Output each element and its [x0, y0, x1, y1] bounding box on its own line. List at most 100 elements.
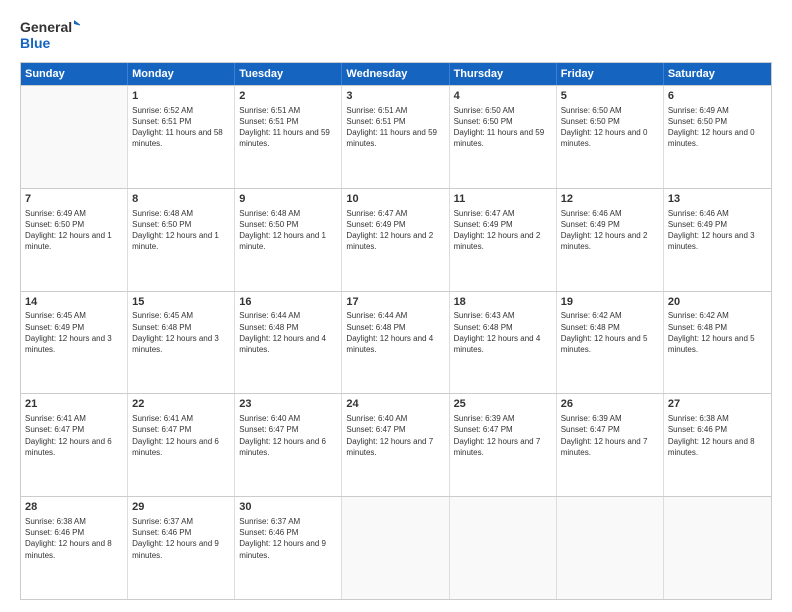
cell-info: Sunrise: 6:51 AMSunset: 6:51 PMDaylight:… [346, 105, 444, 150]
day-number: 21 [25, 397, 123, 412]
cal-cell: 3Sunrise: 6:51 AMSunset: 6:51 PMDaylight… [342, 86, 449, 188]
cell-info: Sunrise: 6:44 AMSunset: 6:48 PMDaylight:… [346, 310, 444, 355]
day-number: 17 [346, 295, 444, 310]
cell-info: Sunrise: 6:37 AMSunset: 6:46 PMDaylight:… [132, 516, 230, 561]
day-number: 20 [668, 295, 767, 310]
calendar-body: 1Sunrise: 6:52 AMSunset: 6:51 PMDaylight… [21, 85, 771, 599]
day-number: 19 [561, 295, 659, 310]
cal-cell: 11Sunrise: 6:47 AMSunset: 6:49 PMDayligh… [450, 189, 557, 291]
cal-cell: 10Sunrise: 6:47 AMSunset: 6:49 PMDayligh… [342, 189, 449, 291]
cell-info: Sunrise: 6:38 AMSunset: 6:46 PMDaylight:… [668, 413, 767, 458]
cal-cell: 7Sunrise: 6:49 AMSunset: 6:50 PMDaylight… [21, 189, 128, 291]
cell-info: Sunrise: 6:45 AMSunset: 6:48 PMDaylight:… [132, 310, 230, 355]
day-number: 26 [561, 397, 659, 412]
day-number: 23 [239, 397, 337, 412]
day-number: 1 [132, 89, 230, 104]
day-number: 11 [454, 192, 552, 207]
cal-cell: 30Sunrise: 6:37 AMSunset: 6:46 PMDayligh… [235, 497, 342, 599]
day-number: 25 [454, 397, 552, 412]
day-number: 2 [239, 89, 337, 104]
cal-cell: 21Sunrise: 6:41 AMSunset: 6:47 PMDayligh… [21, 394, 128, 496]
cell-info: Sunrise: 6:50 AMSunset: 6:50 PMDaylight:… [561, 105, 659, 150]
cal-header-cell-thursday: Thursday [450, 63, 557, 85]
day-number: 5 [561, 89, 659, 104]
cal-cell: 20Sunrise: 6:42 AMSunset: 6:48 PMDayligh… [664, 292, 771, 394]
cell-info: Sunrise: 6:41 AMSunset: 6:47 PMDaylight:… [132, 413, 230, 458]
cal-cell [557, 497, 664, 599]
cell-info: Sunrise: 6:43 AMSunset: 6:48 PMDaylight:… [454, 310, 552, 355]
cal-header-cell-saturday: Saturday [664, 63, 771, 85]
calendar-header-row: SundayMondayTuesdayWednesdayThursdayFrid… [21, 63, 771, 85]
cell-info: Sunrise: 6:52 AMSunset: 6:51 PMDaylight:… [132, 105, 230, 150]
cal-cell: 23Sunrise: 6:40 AMSunset: 6:47 PMDayligh… [235, 394, 342, 496]
cell-info: Sunrise: 6:42 AMSunset: 6:48 PMDaylight:… [561, 310, 659, 355]
day-number: 16 [239, 295, 337, 310]
cal-cell: 5Sunrise: 6:50 AMSunset: 6:50 PMDaylight… [557, 86, 664, 188]
svg-text:General: General [20, 19, 72, 35]
cal-cell: 24Sunrise: 6:40 AMSunset: 6:47 PMDayligh… [342, 394, 449, 496]
cal-cell [342, 497, 449, 599]
cal-cell: 16Sunrise: 6:44 AMSunset: 6:48 PMDayligh… [235, 292, 342, 394]
day-number: 6 [668, 89, 767, 104]
page: General Blue SundayMondayTuesdayWednesda… [0, 0, 792, 612]
cell-info: Sunrise: 6:40 AMSunset: 6:47 PMDaylight:… [239, 413, 337, 458]
day-number: 9 [239, 192, 337, 207]
cal-cell: 17Sunrise: 6:44 AMSunset: 6:48 PMDayligh… [342, 292, 449, 394]
day-number: 3 [346, 89, 444, 104]
cell-info: Sunrise: 6:39 AMSunset: 6:47 PMDaylight:… [561, 413, 659, 458]
logo-svg: General Blue [20, 16, 80, 54]
cell-info: Sunrise: 6:47 AMSunset: 6:49 PMDaylight:… [346, 208, 444, 253]
cell-info: Sunrise: 6:49 AMSunset: 6:50 PMDaylight:… [668, 105, 767, 150]
cal-cell: 25Sunrise: 6:39 AMSunset: 6:47 PMDayligh… [450, 394, 557, 496]
cal-cell: 6Sunrise: 6:49 AMSunset: 6:50 PMDaylight… [664, 86, 771, 188]
cell-info: Sunrise: 6:49 AMSunset: 6:50 PMDaylight:… [25, 208, 123, 253]
cell-info: Sunrise: 6:50 AMSunset: 6:50 PMDaylight:… [454, 105, 552, 150]
svg-text:Blue: Blue [20, 35, 51, 51]
cal-week-1: 1Sunrise: 6:52 AMSunset: 6:51 PMDaylight… [21, 85, 771, 188]
cell-info: Sunrise: 6:48 AMSunset: 6:50 PMDaylight:… [239, 208, 337, 253]
cell-info: Sunrise: 6:42 AMSunset: 6:48 PMDaylight:… [668, 310, 767, 355]
cal-cell: 13Sunrise: 6:46 AMSunset: 6:49 PMDayligh… [664, 189, 771, 291]
cell-info: Sunrise: 6:41 AMSunset: 6:47 PMDaylight:… [25, 413, 123, 458]
cal-header-cell-friday: Friday [557, 63, 664, 85]
cal-cell: 9Sunrise: 6:48 AMSunset: 6:50 PMDaylight… [235, 189, 342, 291]
cal-cell: 22Sunrise: 6:41 AMSunset: 6:47 PMDayligh… [128, 394, 235, 496]
day-number: 14 [25, 295, 123, 310]
day-number: 15 [132, 295, 230, 310]
day-number: 29 [132, 500, 230, 515]
cal-header-cell-sunday: Sunday [21, 63, 128, 85]
day-number: 12 [561, 192, 659, 207]
cal-cell: 29Sunrise: 6:37 AMSunset: 6:46 PMDayligh… [128, 497, 235, 599]
cell-info: Sunrise: 6:44 AMSunset: 6:48 PMDaylight:… [239, 310, 337, 355]
cal-cell: 8Sunrise: 6:48 AMSunset: 6:50 PMDaylight… [128, 189, 235, 291]
cal-cell: 14Sunrise: 6:45 AMSunset: 6:49 PMDayligh… [21, 292, 128, 394]
cal-header-cell-tuesday: Tuesday [235, 63, 342, 85]
cal-cell [664, 497, 771, 599]
cell-info: Sunrise: 6:39 AMSunset: 6:47 PMDaylight:… [454, 413, 552, 458]
day-number: 8 [132, 192, 230, 207]
cal-cell: 1Sunrise: 6:52 AMSunset: 6:51 PMDaylight… [128, 86, 235, 188]
cal-cell: 28Sunrise: 6:38 AMSunset: 6:46 PMDayligh… [21, 497, 128, 599]
cal-cell [450, 497, 557, 599]
cal-cell: 18Sunrise: 6:43 AMSunset: 6:48 PMDayligh… [450, 292, 557, 394]
cal-cell [21, 86, 128, 188]
logo: General Blue [20, 16, 80, 54]
day-number: 30 [239, 500, 337, 515]
day-number: 27 [668, 397, 767, 412]
cal-header-cell-monday: Monday [128, 63, 235, 85]
cell-info: Sunrise: 6:45 AMSunset: 6:49 PMDaylight:… [25, 310, 123, 355]
day-number: 7 [25, 192, 123, 207]
cal-cell: 19Sunrise: 6:42 AMSunset: 6:48 PMDayligh… [557, 292, 664, 394]
day-number: 24 [346, 397, 444, 412]
header: General Blue [20, 16, 772, 54]
day-number: 22 [132, 397, 230, 412]
day-number: 4 [454, 89, 552, 104]
day-number: 13 [668, 192, 767, 207]
cal-cell: 26Sunrise: 6:39 AMSunset: 6:47 PMDayligh… [557, 394, 664, 496]
day-number: 18 [454, 295, 552, 310]
cell-info: Sunrise: 6:38 AMSunset: 6:46 PMDaylight:… [25, 516, 123, 561]
cal-week-3: 14Sunrise: 6:45 AMSunset: 6:49 PMDayligh… [21, 291, 771, 394]
cal-cell: 4Sunrise: 6:50 AMSunset: 6:50 PMDaylight… [450, 86, 557, 188]
cal-header-cell-wednesday: Wednesday [342, 63, 449, 85]
cal-cell: 27Sunrise: 6:38 AMSunset: 6:46 PMDayligh… [664, 394, 771, 496]
